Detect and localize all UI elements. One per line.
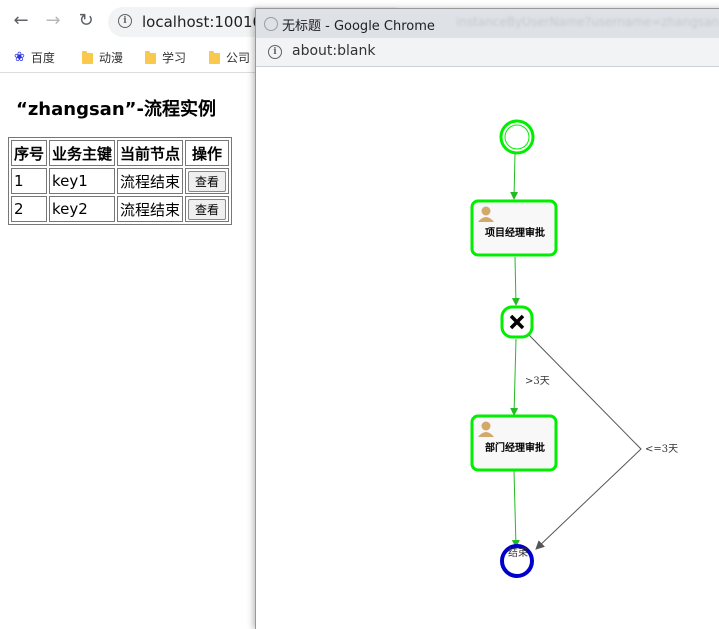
flow-label: <=3天 [645,444,678,455]
cell-key: key1 [49,168,116,194]
cell-key: key2 [49,196,116,222]
back-arrow-icon[interactable]: ← [10,10,32,32]
bookmark-label: 公司 [226,51,251,65]
view-button[interactable]: 查看 [188,198,227,220]
reload-icon[interactable]: ↻ [75,10,97,32]
table-row: 2 key2 流程结束 查看 [11,196,230,222]
sequence-flow [510,338,519,416]
cell-node: 流程结束 [117,196,184,222]
bookmark-label: 动漫 [99,51,124,65]
bookmark-dongman[interactable]: 动漫 [82,48,123,68]
folder-icon [209,50,220,64]
column-header: 当前节点 [117,140,184,166]
bookmark-xuexi[interactable]: 学习 [145,48,186,68]
baidu-paw-icon: ❀ [14,50,25,65]
process-diagram: 项目经理审批 >3天 <=3天 部门经理审批 结束 [470,119,678,578]
bookmark-label: 百度 [30,51,55,65]
column-header: 业务主键 [49,140,116,166]
column-header: 序号 [11,140,48,166]
task-label: 项目经理审批 [485,226,545,239]
cell-action: 查看 [185,168,230,194]
folder-icon [82,50,93,64]
flow-label: >3天 [525,376,550,387]
cell-action: 查看 [185,196,230,222]
sequence-flow [510,152,519,200]
bookmark-gongsi[interactable]: 公司 [209,48,250,68]
start-event [499,119,535,155]
table-row: 1 key1 流程结束 查看 [11,168,230,194]
cell-node: 流程结束 [117,168,184,194]
sequence-flow [511,470,520,548]
cell-index: 1 [11,168,48,194]
view-button[interactable]: 查看 [188,170,227,192]
folder-icon [145,50,156,64]
end-event-label: 结束 [508,546,528,559]
column-header: 操作 [185,140,230,166]
page-title: “zhangsan”-流程实例 [16,99,216,120]
info-icon[interactable]: i [118,14,132,28]
table-header-row: 序号 业务主键 当前节点 操作 [11,140,230,166]
process-instance-table: 序号 业务主键 当前节点 操作 1 key1 流程结束 查看 2 key2 流程… [8,137,233,225]
sequence-flow [511,256,520,306]
address-url[interactable]: localhost:10010/ [142,13,267,31]
popup-window: 无标题 - Google Chrome instanceByUserName?u… [255,8,719,629]
forward-arrow-icon[interactable]: → [42,10,64,32]
bookmark-label: 学习 [162,51,187,65]
task-label: 部门经理审批 [485,441,545,454]
cell-index: 2 [11,196,48,222]
bookmark-baidu[interactable]: ❀ 百度 [14,48,55,68]
